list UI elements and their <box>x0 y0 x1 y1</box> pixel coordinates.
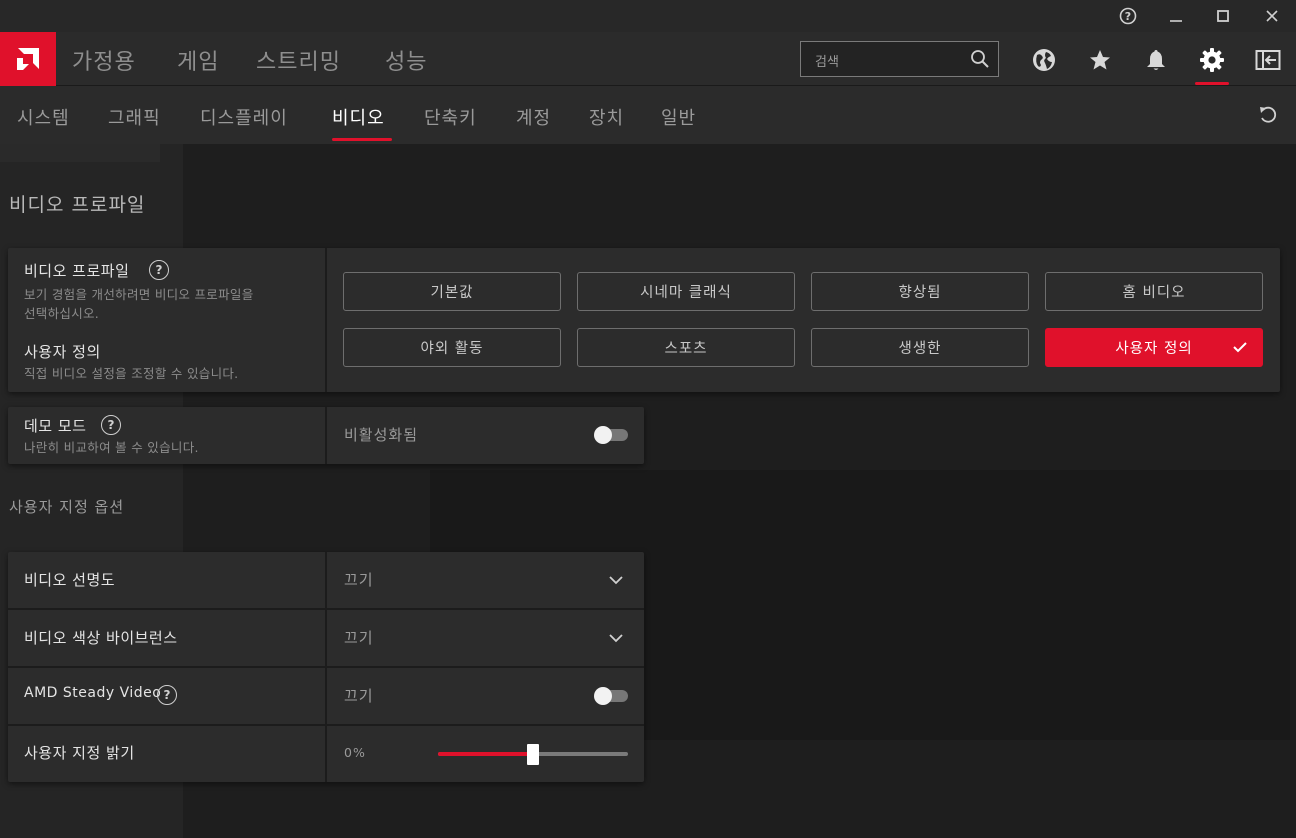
brightness-slider-thumb[interactable] <box>527 744 539 765</box>
search-placeholder: 검색 <box>815 55 839 70</box>
video-profile-card: 비디오 프로파일 ? 보기 경험을 개선하려면 비디오 프로파일을 선택하십시오… <box>8 248 1280 392</box>
nav-item-home[interactable]: 가정용 <box>72 44 136 76</box>
sidebar-collapse-icon[interactable] <box>1254 46 1282 74</box>
globe-icon[interactable] <box>1030 46 1058 74</box>
preset-home-video-button[interactable]: 홈 비디오 <box>1045 272 1263 311</box>
help-icon[interactable]: ? <box>149 260 169 280</box>
tab-general[interactable]: 일반 <box>661 104 696 130</box>
toggle-knob <box>594 687 612 705</box>
preset-cinema-classic-button[interactable]: 시네마 클래식 <box>577 272 795 311</box>
nav-item-performance[interactable]: 성능 <box>385 44 427 76</box>
maximize-icon[interactable] <box>1213 6 1233 26</box>
tab-display[interactable]: 디스플레이 <box>200 104 288 130</box>
brightness-slider-fill <box>438 752 533 756</box>
preset-custom-button[interactable]: 사용자 정의 <box>1045 328 1263 367</box>
tab-hotkeys[interactable]: 단축키 <box>424 104 477 130</box>
card-divider <box>325 248 327 392</box>
active-tab-indicator <box>332 138 392 141</box>
preset-default-button[interactable]: 기본값 <box>343 272 561 311</box>
preset-outdoor-button[interactable]: 야외 활동 <box>343 328 561 367</box>
preset-sports-button[interactable]: 스포츠 <box>577 328 795 367</box>
steady-video-label: AMD Steady Video <box>24 685 162 701</box>
tab-graphics[interactable]: 그래픽 <box>108 104 161 130</box>
search-input[interactable]: 검색 <box>800 41 999 77</box>
checkmark-icon <box>1232 339 1248 359</box>
steady-video-value: 끄기 <box>344 687 374 705</box>
tab-video[interactable]: 비디오 <box>332 104 385 130</box>
demo-mode-description: 나란히 비교하여 볼 수 있습니다. <box>24 440 199 455</box>
active-icon-indicator <box>1195 82 1229 85</box>
preset-custom-label: 사용자 정의 <box>1115 341 1193 357</box>
tab-account[interactable]: 계정 <box>516 104 551 130</box>
video-color-vibrance-label: 비디오 색상 바이브런스 <box>24 629 178 647</box>
demo-mode-label: 데모 모드 <box>24 417 87 435</box>
demo-mode-card: 데모 모드 ? 나란히 비교하여 볼 수 있습니다. 비활성화됨 <box>8 407 644 464</box>
help-icon[interactable]: ? <box>101 415 121 435</box>
chevron-down-icon[interactable] <box>608 572 624 592</box>
video-sharpness-value[interactable]: 끄기 <box>344 569 374 590</box>
custom-brightness-label: 사용자 지정 밝기 <box>24 744 135 762</box>
video-sharpness-label: 비디오 선명도 <box>24 571 116 589</box>
reset-icon[interactable] <box>1254 101 1282 129</box>
current-profile-description: 직접 비디오 설정을 조정할 수 있습니다. <box>24 366 239 381</box>
tab-system[interactable]: 시스템 <box>17 104 70 130</box>
chevron-down-icon[interactable] <box>608 630 624 650</box>
amd-logo[interactable] <box>0 32 56 86</box>
star-icon[interactable] <box>1086 46 1114 74</box>
video-profile-label: 비디오 프로파일 <box>24 262 130 280</box>
toggle-knob <box>594 426 612 444</box>
gear-icon[interactable] <box>1198 46 1226 74</box>
video-profile-description: 보기 경험을 개선하려면 비디오 프로파일을 <box>24 287 254 302</box>
custom-brightness-value: 0% <box>344 745 366 760</box>
video-color-vibrance-value[interactable]: 끄기 <box>344 627 374 648</box>
row-divider <box>8 608 644 610</box>
close-icon[interactable] <box>1262 6 1282 26</box>
current-profile-label: 사용자 정의 <box>24 343 101 361</box>
nav-item-streaming[interactable]: 스트리밍 <box>256 44 341 76</box>
title-bar: ? <box>0 0 1296 32</box>
minimize-icon[interactable] <box>1166 6 1186 26</box>
preset-vivid-button[interactable]: 생생한 <box>811 328 1029 367</box>
custom-options-heading: 사용자 지정 옵션 <box>9 498 125 516</box>
demo-mode-toggle[interactable] <box>594 426 628 444</box>
top-nav: 가정용 게임 스트리밍 성능 검색 <box>0 32 1296 86</box>
demo-mode-status: 비활성화됨 <box>344 426 419 444</box>
bell-icon[interactable] <box>1142 46 1170 74</box>
video-profile-description-2: 선택하십시오. <box>24 306 100 321</box>
card-divider <box>325 407 327 464</box>
help-icon[interactable]: ? <box>157 685 177 705</box>
preset-enhanced-button[interactable]: 향상됨 <box>811 272 1029 311</box>
help-icon[interactable]: ? <box>1118 6 1138 26</box>
nav-item-gaming[interactable]: 게임 <box>177 44 219 76</box>
row-divider <box>8 724 644 726</box>
video-profile-heading: 비디오 프로파일 <box>9 194 146 216</box>
settings-tabs: 시스템 그래픽 디스플레이 비디오 단축키 계정 장치 일반 <box>0 86 1296 144</box>
svg-text:?: ? <box>1125 10 1131 23</box>
custom-options-card: 비디오 선명도 끄기 비디오 색상 바이브런스 끄기 AMD Steady Vi… <box>8 552 644 782</box>
row-divider <box>8 666 644 668</box>
search-icon[interactable] <box>970 49 990 73</box>
left-backdrop-strip <box>0 144 160 162</box>
steady-video-toggle[interactable] <box>594 687 628 705</box>
tab-devices[interactable]: 장치 <box>589 104 624 130</box>
